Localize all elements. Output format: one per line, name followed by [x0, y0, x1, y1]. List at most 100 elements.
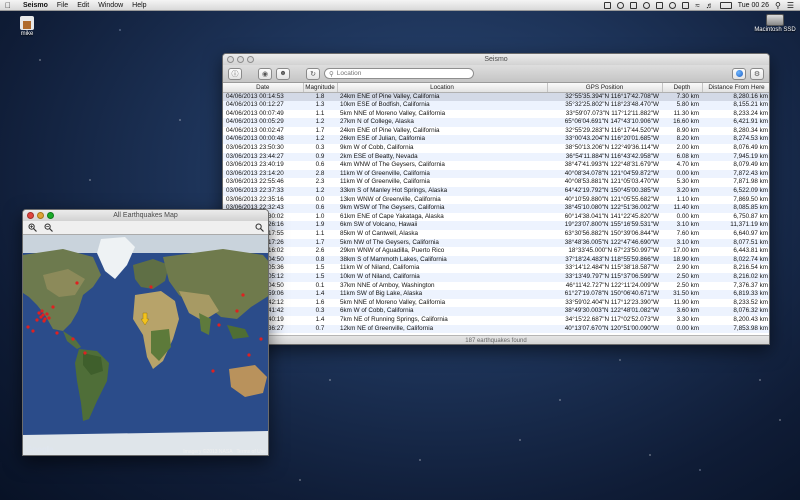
refresh-button[interactable]: ↻ [306, 67, 320, 80]
cell-location: 24km ENE of Pine Valley, California [337, 92, 547, 102]
table-row[interactable]: 03/06/2013 22:35:16 0.0 13km WNW of Greenv… [223, 196, 769, 205]
cell-distance: 7,853.98 km [702, 324, 769, 334]
table-row[interactable]: 03/06/2013 22:04:500.137km NNE of Amboy,… [223, 282, 769, 291]
table-row[interactable]: 03/06/2013 22:05:121.510km W of Niland, … [223, 272, 769, 282]
cell-gps: 40°13'07.670"N 120°51'00.090"W [547, 324, 662, 334]
cell-gps: 36°54'11.884"N 116°43'42.958"W [547, 152, 662, 162]
zoom-in-icon[interactable] [27, 223, 37, 233]
cell-distance: 8,233.24 km [733, 109, 768, 117]
table-row[interactable]: 04/06/2013 00:05:29 1.2 27km N of College,… [223, 118, 769, 127]
close-button[interactable] [227, 56, 234, 63]
location-search[interactable]: ⚲ [324, 68, 474, 79]
terms-of-use-link[interactable]: Terms of Use [237, 449, 266, 455]
column-magnitude[interactable]: Magnitude [303, 83, 338, 93]
cell-depth: 2.90 km [676, 264, 699, 272]
menu-clock[interactable]: Tue 00 26 [738, 2, 769, 9]
table-row[interactable]: 03/06/2013 21:36:270.712km NE of Greenvi… [223, 324, 769, 334]
battery-icon[interactable] [719, 1, 732, 9]
cell-magnitude: 1.8 [303, 92, 337, 102]
table-row[interactable]: 03/06/2013 22:55:46 2.3 11km W of Greenvil… [223, 178, 769, 187]
cell-magnitude: 1.4 [303, 290, 337, 299]
table-row[interactable]: 03/06/2013 23:50:30 0.3 9km W of Cobb, Cal… [223, 144, 769, 153]
table-row[interactable]: 04/06/2013 00:12:27 1.3 10km ESE of Bodfis… [223, 101, 769, 110]
seismo-titlebar[interactable]: Seismo [223, 54, 769, 65]
volume-icon[interactable]: ♬ [706, 1, 714, 10]
map-zoom-button[interactable] [47, 212, 54, 219]
filter-button[interactable]: ◉ [258, 67, 272, 80]
cell-location: 5km NNE of Moreno Valley, California [340, 298, 446, 306]
table-row[interactable]: 03/06/2013 21:42:121.65km NNE of Moreno … [223, 299, 769, 308]
table-row[interactable]: 03/06/2013 22:30:021.061km ENE of Cape Y… [223, 213, 769, 222]
table-row[interactable]: 03/06/2013 22:16:022.629km WNW of Aguadi… [223, 247, 769, 256]
map-minimize-button[interactable] [37, 212, 44, 219]
zoom-fit-icon[interactable] [254, 223, 264, 233]
table-row[interactable]: 03/06/2013 21:41:420.36km W of Cobb, Cal… [223, 307, 769, 316]
cell-location: 10km ESE of Bodfish, California [337, 101, 547, 110]
table-row[interactable]: 04/06/2013 00:02:47 1.7 24km ENE of Pine V… [223, 127, 769, 136]
table-row[interactable]: 03/06/2013 21:59:061.411km SW of Big Lak… [223, 290, 769, 299]
cell-depth: 0.00 km [676, 212, 699, 220]
table-row[interactable]: 03/06/2013 22:37:33 1.2 33km S of Manley H… [223, 187, 769, 196]
map-toolbar [23, 221, 268, 235]
map-toggle-button[interactable] [732, 67, 746, 80]
dropbox-icon[interactable] [630, 1, 638, 9]
status-app-icon[interactable] [604, 1, 612, 9]
spotlight-icon[interactable]: ⚲ [775, 1, 781, 10]
table-row[interactable]: 04/06/2013 00:14:53 1.8 24km ENE of Pine V… [223, 92, 769, 102]
desktop-home-folder[interactable]: mike [12, 16, 42, 37]
table-row[interactable]: 04/06/2013 00:07:49 1.1 5km NNE of Moreno … [223, 110, 769, 119]
user-button[interactable]: ☻ [276, 67, 290, 80]
table-row[interactable]: 03/06/2013 23:14:20 2.8 11km W of Greenvil… [223, 169, 769, 179]
time-machine-icon[interactable] [656, 1, 664, 9]
cell-date: 03/06/2013 22:37:33 [223, 187, 303, 196]
menu-edit[interactable]: Edit [77, 2, 89, 9]
table-row[interactable]: 03/06/2013 22:17:261.75km NW of The Geys… [223, 238, 769, 248]
wifi-icon[interactable]: ≈ [695, 1, 699, 10]
bluetooth-icon[interactable] [682, 1, 690, 9]
cell-location: 6km W of Cobb, California [337, 307, 547, 316]
column-distance[interactable]: Distance From Here [702, 83, 769, 93]
column-gps[interactable]: GPS Position [547, 83, 663, 93]
cell-date: 04/06/2013 00:14:53 [223, 92, 303, 102]
sync-icon[interactable] [669, 1, 677, 9]
table-row[interactable]: 03/06/2013 23:44:27 0.9 2km ESE of Beatty,… [223, 152, 769, 162]
table-row[interactable]: 03/06/2013 22:04:500.838km S of Mammoth … [223, 255, 769, 265]
minimize-button[interactable] [237, 56, 244, 63]
zoom-out-icon[interactable] [43, 223, 53, 233]
earthquake-map[interactable]: Google Imagery ©2013 NASA Terms of Use [23, 235, 268, 455]
notification-center-icon[interactable]: ☰ [787, 1, 794, 10]
desktop-drive[interactable]: Macintosh SSD [750, 14, 800, 33]
column-depth[interactable]: Depth [662, 83, 703, 93]
cell-depth: 7.30 km [662, 92, 702, 102]
clock-icon[interactable] [643, 1, 651, 9]
column-date[interactable]: Date [223, 83, 304, 93]
cell-magnitude: 0.0 [315, 195, 325, 203]
cell-depth: 31.50 km [662, 290, 702, 299]
table-row[interactable]: 03/06/2013 22:26:161.96km SW of Volcano,… [223, 221, 769, 230]
info-button[interactable]: ⓘ [228, 67, 242, 80]
cell-location: 61km ENE of Cape Yakataga, Alaska [340, 212, 444, 220]
cell-distance: 8,076.32 km [702, 307, 769, 316]
table-row[interactable]: 04/06/2013 00:00:48 1.2 26km ESE of Julian… [223, 135, 769, 145]
table-row[interactable]: 03/06/2013 22:05:361.511km W of Niland, … [223, 264, 769, 273]
cell-magnitude: 1.4 [315, 315, 325, 323]
menu-help[interactable]: Help [132, 2, 146, 9]
column-location[interactable]: Location [337, 83, 548, 93]
menu-app-name[interactable]: Seismo [23, 2, 48, 9]
apple-menu-icon[interactable]:  [5, 1, 15, 10]
cell-gps: 64°42'19.792"N 150°45'00.385"W [547, 187, 662, 196]
cell-depth: 18.90 km [662, 255, 702, 265]
menu-window[interactable]: Window [98, 2, 123, 9]
status-globe-icon[interactable] [617, 1, 625, 9]
table-row[interactable]: 03/06/2013 23:40:19 0.6 4km WNW of The Gey… [223, 161, 769, 170]
map-titlebar[interactable]: All Earthquakes Map [23, 210, 268, 221]
map-close-button[interactable] [27, 212, 34, 219]
table-row[interactable]: 03/06/2013 22:17:551.185km W of Cantwell… [223, 230, 769, 239]
zoom-button[interactable] [247, 56, 254, 63]
cell-magnitude: 2.8 [303, 169, 337, 179]
table-row[interactable]: 03/06/2013 22:32:43 0.6 9km WSW of The Gey… [223, 204, 769, 213]
menu-file[interactable]: File [57, 2, 68, 9]
table-row[interactable]: 03/06/2013 21:40:191.47km NE of Running … [223, 316, 769, 325]
settings-button[interactable]: ⚙ [750, 67, 764, 80]
search-input[interactable] [336, 70, 457, 77]
